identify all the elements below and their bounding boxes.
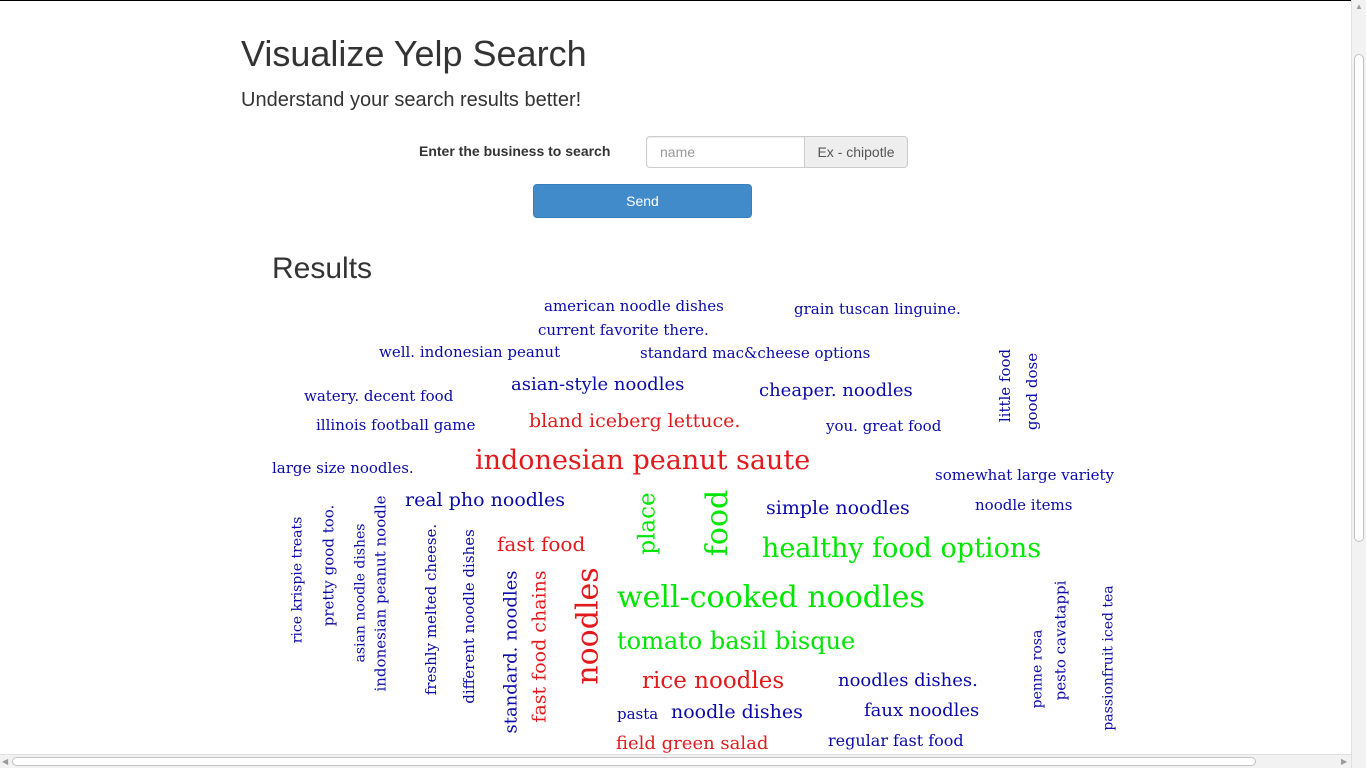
word-cloud-term: standard mac&cheese options xyxy=(640,344,871,362)
word-cloud-term: indonesian peanut saute xyxy=(475,445,811,476)
word-cloud-term: tomato basil bisque xyxy=(617,627,856,655)
word-cloud-term: rice noodles xyxy=(642,668,785,694)
vertical-scrollbar[interactable]: ▲ xyxy=(1351,0,1366,768)
word-cloud-term: rice krispie treats xyxy=(288,516,305,644)
word-cloud-term: cheaper. noodles xyxy=(759,380,913,401)
word-cloud-term: good dose xyxy=(1022,352,1041,430)
scroll-right-arrow-icon[interactable]: ▶ xyxy=(1341,756,1349,767)
word-cloud-term: indonesian peanut noodle xyxy=(371,494,390,692)
horizontal-scrollbar[interactable]: ◀ ▶ xyxy=(0,754,1351,768)
word-cloud-term: standard. noodles xyxy=(500,570,522,734)
scroll-left-arrow-icon[interactable]: ◀ xyxy=(2,756,10,767)
word-cloud-term: bland iceberg lettuce. xyxy=(529,410,741,432)
page-subtitle: Understand your search results better! xyxy=(241,89,582,111)
word-cloud-term: field green salad xyxy=(616,733,769,754)
word-cloud-term: passionfruit iced tea xyxy=(1100,585,1117,731)
word-cloud-term: pretty good too. xyxy=(319,504,338,626)
word-cloud-term: well-cooked noodles xyxy=(617,580,925,615)
word-cloud-term: regular fast food xyxy=(828,731,964,750)
word-cloud-term: pasta xyxy=(617,705,659,723)
word-cloud-term: you. great food xyxy=(826,417,942,435)
search-input[interactable] xyxy=(646,136,805,168)
word-cloud-term: large size noodles. xyxy=(272,459,414,477)
page-top-border xyxy=(0,0,1366,1)
search-label: Enter the business to search xyxy=(419,143,611,159)
word-cloud-term: current favorite there. xyxy=(538,321,709,339)
word-cloud-term: faux noodles xyxy=(864,700,980,721)
send-button[interactable]: Send xyxy=(533,184,752,218)
vertical-scrollbar-thumb[interactable] xyxy=(1354,54,1364,542)
scroll-up-arrow-icon[interactable]: ▲ xyxy=(1354,2,1364,12)
results-heading: Results xyxy=(272,252,373,285)
horizontal-scrollbar-thumb[interactable] xyxy=(12,757,1256,766)
word-cloud-term: simple noodles xyxy=(766,497,910,519)
word-cloud-term: freshly melted cheese. xyxy=(421,523,440,695)
word-cloud-term: american noodle dishes xyxy=(544,297,724,315)
word-cloud-term: grain tuscan linguine. xyxy=(794,300,961,318)
word-cloud-term: fast food xyxy=(497,532,586,556)
word-cloud-term: well. indonesian peanut xyxy=(379,343,561,361)
word-cloud-term: watery. decent food xyxy=(304,387,454,405)
word-cloud-term: asian noodle dishes xyxy=(351,523,368,663)
word-cloud-term: somewhat large variety xyxy=(935,466,1114,484)
word-cloud-term: food xyxy=(700,489,736,557)
word-cloud-term: noodles xyxy=(570,567,606,685)
word-cloud-term: pesto cavatappi xyxy=(1051,580,1070,700)
page-title: Visualize Yelp Search xyxy=(241,33,587,74)
word-cloud-term: little food xyxy=(995,348,1014,422)
word-cloud-term: fast food chains xyxy=(528,569,551,723)
word-cloud-term: noodles dishes. xyxy=(838,670,978,691)
word-cloud-term: noodle items xyxy=(975,496,1073,514)
word-cloud-term: penne rosa xyxy=(1028,629,1045,709)
word-cloud-term: noodle dishes xyxy=(671,701,803,723)
word-cloud-term: asian-style noodles xyxy=(511,374,685,395)
word-cloud-term: place xyxy=(634,491,661,555)
search-example-addon: Ex - chipotle xyxy=(804,136,908,168)
word-cloud-term: different noodle dishes xyxy=(459,528,478,704)
word-cloud-term: illinois football game xyxy=(316,416,476,434)
word-cloud-term: real pho noodles xyxy=(405,489,565,511)
word-cloud-term: healthy food options xyxy=(762,533,1042,564)
word-cloud: american noodle dishes grain tuscan lingu… xyxy=(0,0,1366,768)
